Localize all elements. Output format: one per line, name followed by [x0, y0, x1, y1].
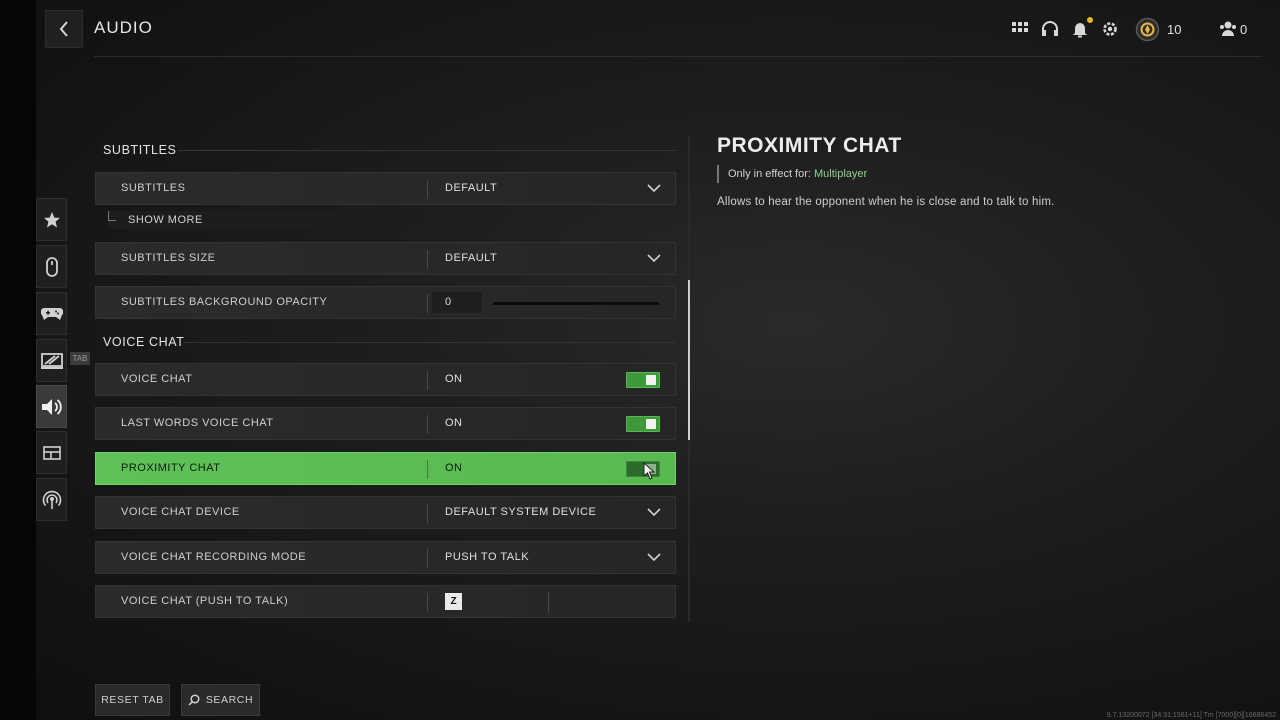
page-title: AUDIO: [94, 18, 153, 37]
opacity-value: 0: [445, 296, 452, 308]
setting-label: SUBTITLES: [121, 182, 186, 194]
nav-interface[interactable]: [36, 431, 67, 474]
nav-mouse[interactable]: [36, 245, 67, 288]
notification-dot: [1087, 17, 1093, 23]
setting-label: VOICE CHAT RECORDING MODE: [121, 551, 307, 563]
setting-label: VOICE CHAT (PUSH TO TALK): [121, 595, 289, 607]
reset-tab-label: RESET TAB: [101, 694, 164, 706]
nav-graphics[interactable]: [36, 339, 67, 382]
scrollbar-thumb[interactable]: [688, 280, 690, 440]
row-separator: [427, 415, 428, 434]
nav-controller[interactable]: [36, 292, 67, 335]
setting-value: ON: [445, 417, 463, 429]
setting-row-proximity-chat[interactable]: PROXIMITY CHAT ON: [95, 452, 676, 485]
mouse-cursor-icon: [643, 462, 655, 480]
row-separator: [427, 460, 428, 479]
row-separator: [427, 593, 428, 612]
detail-description: Allows to hear the opponent when he is c…: [717, 196, 1055, 208]
row-separator: [427, 504, 428, 523]
setting-row-subtitles-size[interactable]: SUBTITLES SIZE DEFAULT: [95, 242, 676, 275]
setting-label: VOICE CHAT DEVICE: [121, 506, 240, 518]
row-separator: [427, 250, 428, 269]
show-more-label: SHOW MORE: [128, 214, 203, 226]
chevron-left-icon: [59, 21, 68, 37]
star-icon: [43, 211, 60, 227]
setting-row-subtitles[interactable]: SUBTITLES DEFAULT: [95, 172, 676, 205]
voice-chat-toggle[interactable]: [626, 372, 660, 388]
network-icon: [42, 490, 61, 509]
row-separator: [427, 294, 428, 313]
interface-icon: [42, 445, 61, 460]
controller-icon: [40, 307, 63, 320]
cod-points-icon[interactable]: [1135, 17, 1160, 42]
last-words-toggle[interactable]: [626, 416, 660, 432]
speaker-icon: [41, 398, 62, 415]
chevron-down-icon[interactable]: [647, 552, 661, 562]
setting-label: LAST WORDS VOICE CHAT: [121, 417, 274, 429]
row-separator: [427, 371, 428, 390]
setting-row-voice-chat-push-to-talk[interactable]: VOICE CHAT (PUSH TO TALK) Z: [95, 585, 676, 618]
opacity-slider[interactable]: [493, 302, 659, 305]
search-icon: [188, 694, 200, 706]
setting-label: SUBTITLES SIZE: [121, 252, 216, 264]
search-label: SEARCH: [205, 694, 254, 706]
reset-tab-button[interactable]: RESET TAB: [95, 684, 170, 716]
nav-favorites[interactable]: [36, 198, 67, 241]
row-separator: [427, 549, 428, 568]
setting-value: DEFAULT: [445, 252, 498, 264]
setting-value: PUSH TO TALK: [445, 551, 530, 563]
screen-left-edge: [0, 0, 36, 720]
setting-value: ON: [445, 462, 463, 474]
back-button[interactable]: [45, 10, 83, 48]
setting-label: VOICE CHAT: [121, 373, 193, 385]
keybind-primary[interactable]: Z: [445, 593, 462, 610]
party-count: 0: [1240, 22, 1248, 37]
setting-value: DEFAULT: [445, 182, 498, 194]
headset-icon[interactable]: [1039, 18, 1061, 40]
build-info: 9.7.13200072 [34:31:1561+11] Tm [7000][0…: [1106, 712, 1276, 719]
chevron-down-icon[interactable]: [647, 183, 661, 193]
row-separator: [427, 180, 428, 199]
tab-key-hint: TAB: [70, 352, 90, 365]
section-divider: [183, 342, 676, 343]
search-button[interactable]: SEARCH: [181, 684, 260, 716]
cod-points-count: 10: [1167, 22, 1182, 37]
header-divider: [94, 56, 1262, 57]
setting-value: ON: [445, 373, 463, 385]
toggle-knob: [646, 419, 656, 429]
chevron-down-icon[interactable]: [647, 253, 661, 263]
grid-menu-icon[interactable]: [1010, 18, 1032, 40]
setting-row-voice-chat-device[interactable]: VOICE CHAT DEVICE DEFAULT SYSTEM DEVICE: [95, 496, 676, 529]
section-title-voice-chat: VOICE CHAT: [103, 335, 185, 349]
section-divider: [178, 150, 676, 151]
party-icon[interactable]: [1217, 18, 1239, 40]
keybind-separator: [548, 592, 549, 613]
detail-title: PROXIMITY CHAT: [717, 134, 902, 157]
toggle-knob: [646, 375, 656, 385]
show-more-link[interactable]: SHOW MORE: [108, 211, 426, 229]
nav-account-network[interactable]: [36, 478, 67, 521]
nav-audio[interactable]: [36, 385, 67, 428]
mouse-icon: [45, 256, 58, 277]
setting-row-last-words-voice-chat[interactable]: LAST WORDS VOICE CHAT ON: [95, 407, 676, 440]
opacity-value-input[interactable]: 0: [432, 292, 482, 313]
setting-label: PROXIMITY CHAT: [121, 462, 221, 474]
gear-icon[interactable]: [1099, 18, 1121, 40]
setting-row-voice-chat-recording-mode[interactable]: VOICE CHAT RECORDING MODE PUSH TO TALK: [95, 541, 676, 574]
setting-row-subtitles-bg-opacity[interactable]: SUBTITLES BACKGROUND OPACITY 0: [95, 286, 676, 319]
setting-label: SUBTITLES BACKGROUND OPACITY: [121, 296, 328, 308]
scope-prefix: Only in effect for:: [728, 168, 811, 180]
tree-connector: [108, 211, 116, 221]
setting-row-voice-chat[interactable]: VOICE CHAT ON: [95, 363, 676, 396]
scope-mode: Multiplayer: [814, 168, 868, 180]
display-icon: [40, 352, 63, 369]
chevron-down-icon[interactable]: [647, 507, 661, 517]
detail-scope: Only in effect for: Multiplayer: [717, 165, 867, 183]
section-title-subtitles: SUBTITLES: [103, 143, 177, 157]
setting-value: DEFAULT SYSTEM DEVICE: [445, 506, 597, 518]
